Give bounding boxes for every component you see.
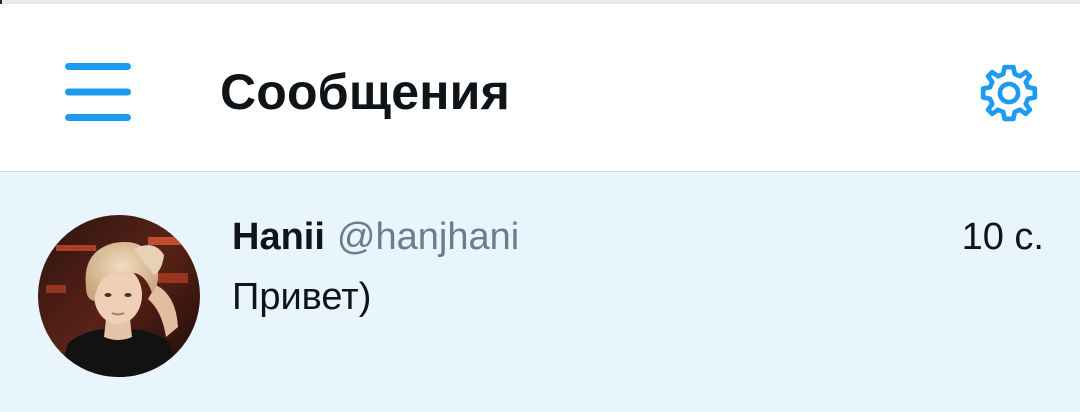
sender-name: Hanii [232, 216, 325, 258]
message-time: 10 с. [961, 216, 1044, 258]
avatar-photo [38, 215, 200, 377]
avatar[interactable] [38, 215, 200, 377]
page-title: Сообщения [220, 64, 510, 120]
hamburger-menu-icon [65, 63, 131, 121]
menu-button[interactable] [50, 44, 146, 140]
conversation-item[interactable]: Hanii @hanjhani 10 с. Привет) [0, 172, 1080, 412]
settings-button[interactable] [964, 48, 1054, 138]
message-preview: Привет) [232, 276, 372, 318]
app-header: Сообщения [0, 4, 1080, 172]
conversation-header: Hanii @hanjhani [232, 216, 519, 260]
gear-icon [980, 64, 1038, 122]
sender-handle: @hanjhani [336, 216, 520, 258]
